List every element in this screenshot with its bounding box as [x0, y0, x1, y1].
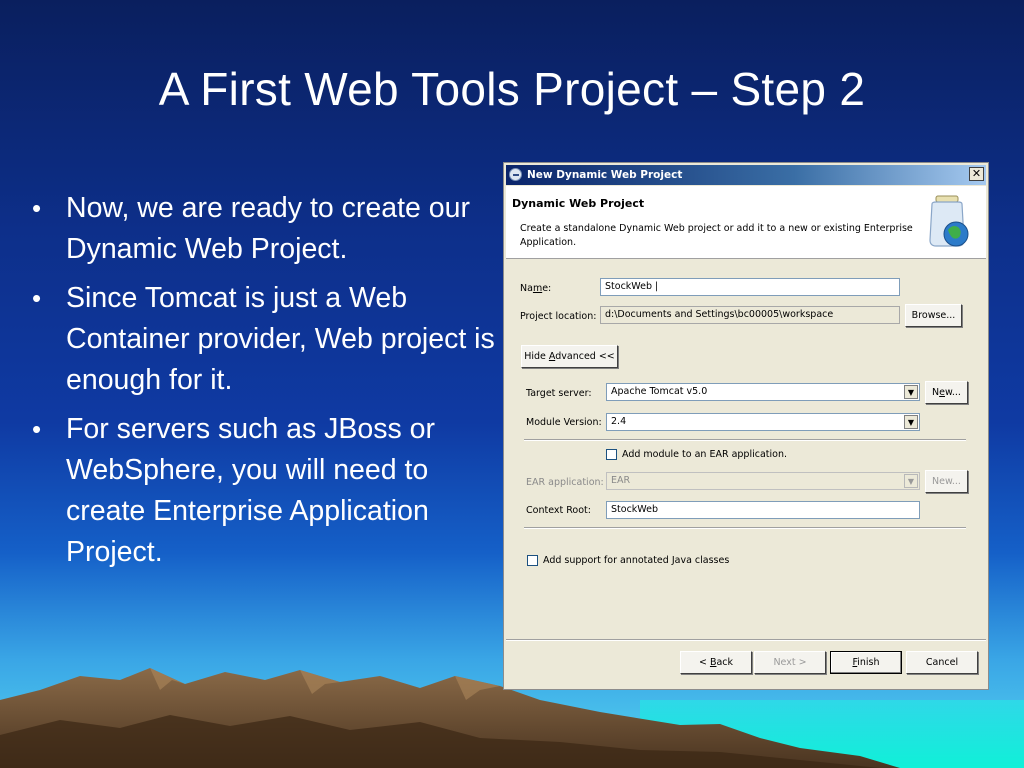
module-version-select[interactable]: 2.4 ▼ — [606, 413, 920, 431]
hide-advanced-text: dvanced << — [555, 351, 615, 362]
separator — [524, 439, 966, 441]
wizard-page-title: Dynamic Web Project — [512, 197, 645, 210]
target-server-value: Apache Tomcat v5.0 — [611, 386, 708, 397]
project-location-input[interactable]: d:\Documents and Settings\bc00005\worksp… — [600, 306, 900, 324]
wizard-banner: Dynamic Web Project Create a standalone … — [506, 186, 986, 259]
new-server-text: w... — [945, 387, 961, 398]
eclipse-icon — [509, 168, 522, 181]
annotated-classes-checkbox[interactable] — [527, 555, 538, 566]
context-root-label: Context Root: — [526, 505, 591, 516]
next-button[interactable]: Next > — [754, 651, 826, 674]
project-location-label: Project location: — [520, 311, 597, 322]
target-server-select[interactable]: Apache Tomcat v5.0 ▼ — [606, 383, 920, 401]
add-module-label: Add module to an EAR application. — [622, 449, 787, 460]
finish-button[interactable]: Finish — [830, 651, 902, 674]
finish-text: inish — [857, 657, 880, 668]
name-label-mnemonic: m — [532, 283, 543, 294]
separator — [524, 527, 966, 529]
ear-application-label: EAR application: — [526, 477, 604, 488]
name-label-part: e: — [542, 283, 552, 294]
context-root-input[interactable]: StockWeb — [606, 501, 920, 519]
dialog-titlebar[interactable]: New Dynamic Web Project ✕ — [506, 165, 986, 185]
target-server-label: Target server: — [526, 388, 592, 399]
new-ear-button[interactable]: New... — [925, 470, 968, 493]
back-text: ack — [716, 657, 734, 668]
new-server-button[interactable]: New... — [925, 381, 968, 404]
bullet-dot: • — [32, 414, 42, 444]
close-button[interactable]: ✕ — [969, 167, 984, 181]
slide-title: A First Web Tools Project – Step 2 — [158, 63, 866, 115]
bullet-item: • For servers such as JBoss or WebSphere,… — [28, 409, 498, 573]
jar-globe-icon — [929, 195, 969, 247]
cancel-button[interactable]: Cancel — [906, 651, 978, 674]
wizard-page-description: Create a standalone Dynamic Web project … — [520, 223, 913, 248]
bullet-item: • Now, we are ready to create our Dynamic… — [28, 188, 498, 270]
annotated-classes-label: Add support for annotated Java classes — [543, 555, 730, 566]
new-dynamic-web-project-dialog: New Dynamic Web Project ✕ Dynamic Web Pr… — [503, 162, 989, 690]
bullet-list: • Now, we are ready to create our Dynamic… — [28, 188, 498, 581]
close-icon: ✕ — [971, 167, 982, 180]
bullet-text: For servers such as JBoss or WebSphere, … — [66, 413, 436, 568]
chevron-down-icon[interactable]: ▼ — [904, 474, 918, 488]
ear-application-value: EAR — [611, 475, 631, 486]
ear-application-select[interactable]: EAR ▼ — [606, 472, 920, 490]
button-bar-separator — [506, 639, 986, 641]
chevron-down-icon[interactable]: ▼ — [904, 385, 918, 399]
bullet-dot: • — [32, 193, 42, 223]
dialog-title: New Dynamic Web Project — [527, 169, 683, 181]
bullet-item: • Since Tomcat is just a Web Container pr… — [28, 278, 498, 401]
browse-button[interactable]: Browse... — [905, 304, 962, 327]
back-text: < — [698, 657, 710, 668]
name-label-part: Na — [520, 283, 533, 294]
module-version-label: Module Version: — [526, 417, 602, 428]
project-name-input[interactable]: StockWeb | — [600, 278, 900, 296]
module-version-value: 2.4 — [611, 416, 627, 427]
chevron-down-icon[interactable]: ▼ — [904, 415, 918, 429]
hide-advanced-button[interactable]: Hide Advanced << — [521, 345, 618, 368]
back-button[interactable]: < Back — [680, 651, 752, 674]
bullet-text: Now, we are ready to create our Dynamic … — [66, 192, 470, 265]
name-label: Name: — [520, 283, 551, 294]
bullet-text: Since Tomcat is just a Web Container pro… — [66, 282, 495, 396]
bullet-dot: • — [32, 283, 42, 313]
add-module-checkbox[interactable] — [606, 449, 617, 460]
hide-advanced-text: Hide — [524, 351, 549, 362]
